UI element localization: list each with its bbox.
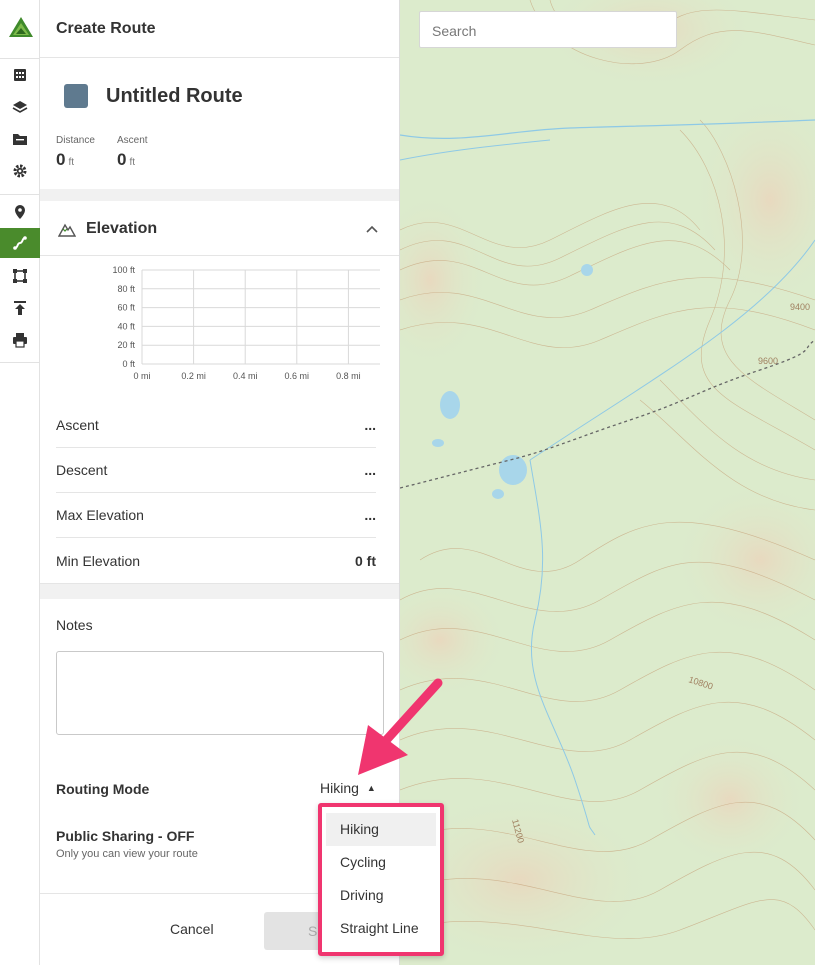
gear-icon[interactable]	[0, 156, 40, 186]
cancel-button[interactable]: Cancel	[170, 921, 214, 937]
map-canvas[interactable]: 9400 9600 10800 11200	[400, 0, 815, 965]
contour-label: 9600	[758, 356, 778, 366]
row-value: ...	[364, 507, 376, 523]
routing-mode-label: Routing Mode	[56, 781, 150, 797]
route-title[interactable]: Untitled Route	[106, 85, 243, 108]
elevation-row-descent: Descent ...	[56, 448, 376, 493]
elevation-row-ascent: Ascent ...	[56, 403, 376, 448]
stat-label: Ascent	[117, 135, 148, 146]
y-tick-label: 40 ft	[117, 321, 135, 331]
calendar-icon[interactable]	[0, 60, 40, 90]
search-placeholder: Search	[432, 23, 477, 39]
x-tick-label: 0.4 mi	[233, 371, 258, 381]
contour-label: 9400	[790, 302, 810, 312]
save-button-label: S	[308, 923, 318, 939]
dropdown-option-hiking[interactable]: Hiking	[326, 813, 436, 846]
route-icon[interactable]	[0, 228, 40, 258]
row-value: ...	[364, 417, 376, 433]
elevation-chart: 0 ft 20 ft 40 ft 60 ft 80 ft 100 ft 0 mi 0.2 mi…	[112, 265, 380, 381]
mountain-icon	[58, 223, 76, 237]
route-color-swatch[interactable]	[64, 84, 88, 108]
sidebar-rail	[0, 0, 40, 965]
x-tick-label: 0.2 mi	[181, 371, 206, 381]
dropdown-option-straight-line[interactable]: Straight Line	[326, 912, 436, 945]
notes-textarea[interactable]	[56, 651, 384, 735]
stat-label: Distance	[56, 135, 95, 146]
elevation-row-min: Min Elevation 0 ft	[56, 538, 376, 583]
row-label: Max Elevation	[56, 507, 144, 523]
routing-mode-dropdown: Hiking Cycling Driving Straight Line	[318, 803, 444, 956]
y-tick-label: 80 ft	[117, 284, 135, 294]
elevation-title: Elevation	[86, 219, 158, 237]
x-tick-label: 0 mi	[133, 371, 150, 381]
elevation-section-header[interactable]: Elevation	[40, 202, 399, 256]
folder-icon[interactable]	[0, 124, 40, 154]
public-sharing-label: Public Sharing - OFF	[56, 828, 195, 844]
row-value: ...	[364, 462, 376, 478]
row-value: 0 ft	[355, 552, 376, 569]
x-tick-label: 0.8 mi	[336, 371, 361, 381]
section-divider	[40, 189, 399, 201]
public-sharing-subtext: Only you can view your route	[56, 848, 198, 860]
upload-icon[interactable]	[0, 293, 40, 323]
layers-icon[interactable]	[0, 92, 40, 122]
panel-title: Create Route	[40, 0, 399, 58]
area-icon[interactable]	[0, 261, 40, 291]
print-icon[interactable]	[0, 325, 40, 355]
dropdown-option-cycling[interactable]: Cycling	[326, 846, 436, 879]
elevation-row-max: Max Elevation ...	[56, 493, 376, 538]
topo-map: 9400 9600 10800 11200	[400, 0, 815, 965]
y-tick-label: 100 ft	[112, 265, 135, 275]
section-divider	[40, 583, 399, 599]
row-label: Min Elevation	[56, 552, 141, 569]
gaia-logo-icon[interactable]	[7, 15, 35, 43]
y-tick-label: 20 ft	[117, 340, 135, 350]
stat-value: 0	[56, 150, 66, 169]
y-tick-label: 60 ft	[117, 303, 135, 313]
annotation-arrow-icon	[358, 678, 443, 775]
x-tick-label: 0.6 mi	[285, 371, 310, 381]
dropdown-option-driving[interactable]: Driving	[326, 879, 436, 912]
row-label: Ascent	[56, 417, 99, 433]
stat-unit: ft	[68, 157, 75, 168]
stat-unit: ft	[129, 157, 136, 168]
map-search-input[interactable]: Search	[419, 11, 677, 48]
notes-label: Notes	[56, 617, 93, 633]
stat-ascent: Ascent 0 ft	[117, 135, 148, 170]
waypoint-icon[interactable]	[0, 197, 40, 227]
chevron-up-icon[interactable]	[366, 220, 378, 236]
row-label: Descent	[56, 462, 108, 478]
stat-distance: Distance 0 ft	[56, 135, 95, 170]
y-tick-label: 0 ft	[122, 359, 135, 369]
stat-value: 0	[117, 150, 127, 169]
route-title-row: Untitled Route	[64, 84, 243, 108]
